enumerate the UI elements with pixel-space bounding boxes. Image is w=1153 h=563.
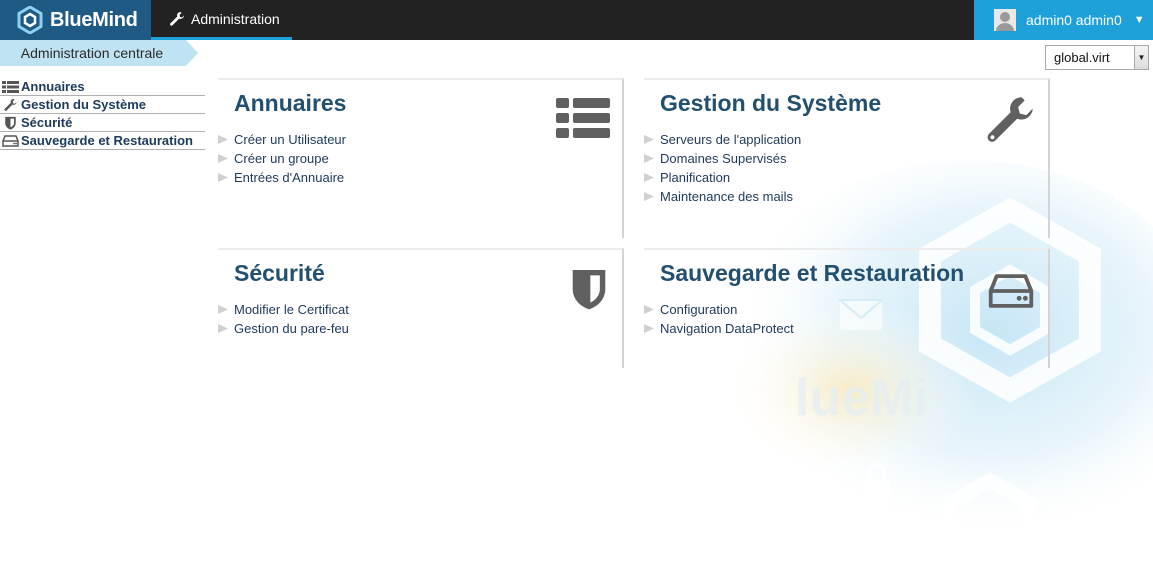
bullet-arrow-icon xyxy=(218,154,228,163)
bullet-arrow-icon xyxy=(218,173,228,182)
link-label: Maintenance des mails xyxy=(660,189,793,204)
bullet-arrow-icon xyxy=(218,305,228,314)
shield-icon xyxy=(5,116,16,130)
link-label: Serveurs de l'application xyxy=(660,132,802,147)
panel-links: Modifier le Certificat Gestion du pare-f… xyxy=(218,300,349,338)
sidebar-item-label: Sauvegarde et Restauration xyxy=(21,133,193,148)
link-gestion-pare-feu[interactable]: Gestion du pare-feu xyxy=(218,319,349,338)
domain-select-value: global.virt xyxy=(1054,50,1110,65)
sidebar-item-gestion-systeme[interactable]: Gestion du Système xyxy=(0,96,205,114)
sidebar-item-label: Gestion du Système xyxy=(21,97,146,112)
sidebar-item-annuaires[interactable]: Annuaires xyxy=(0,78,205,96)
user-name: admin0 admin0 xyxy=(1026,12,1122,28)
panel-title[interactable]: Gestion du Système xyxy=(660,90,881,117)
sidebar-item-securite[interactable]: Sécurité xyxy=(0,114,205,132)
link-modifier-certificat[interactable]: Modifier le Certificat xyxy=(218,300,349,319)
panel-title[interactable]: Annuaires xyxy=(234,90,346,117)
dropdown-arrow-icon: ▼ xyxy=(1134,46,1148,69)
avatar xyxy=(994,9,1016,31)
panel-annuaires: Annuaires Créer un Utilisateur Créer un … xyxy=(218,78,624,238)
panel-title[interactable]: Sauvegarde et Restauration xyxy=(660,260,964,287)
link-label: Modifier le Certificat xyxy=(234,302,349,317)
sidebar-item-label: Annuaires xyxy=(21,79,85,94)
link-label: Entrées d'Annuaire xyxy=(234,170,345,185)
svg-text:lueMi: lueMi xyxy=(795,369,928,427)
wrench-icon xyxy=(170,11,184,26)
chevron-down-icon: ▼ xyxy=(1133,14,1145,26)
list-icon xyxy=(2,80,19,93)
link-label: Configuration xyxy=(660,302,738,317)
domain-select[interactable]: global.virt ▼ xyxy=(1045,45,1149,70)
panel-links: Configuration Navigation DataProtect xyxy=(644,300,794,338)
top-bar: BlueMind Administration admin0 admin0 ▼ xyxy=(0,0,1153,40)
link-creer-groupe[interactable]: Créer un groupe xyxy=(218,149,346,168)
hard-drive-icon xyxy=(988,274,1034,308)
link-configuration[interactable]: Configuration xyxy=(644,300,794,319)
shield-icon xyxy=(572,270,606,310)
panel-links: Créer un Utilisateur Créer un groupe Ent… xyxy=(218,130,346,187)
bullet-arrow-icon xyxy=(644,305,654,314)
brand-name: BlueMind xyxy=(50,8,138,31)
panel-securite: Sécurité Modifier le Certificat Gestion … xyxy=(218,248,624,368)
wrench-icon xyxy=(4,98,17,111)
bullet-arrow-icon xyxy=(218,324,228,333)
user-menu[interactable]: admin0 admin0 ▼ xyxy=(974,0,1153,40)
link-label: Créer un groupe xyxy=(234,151,329,166)
link-label: Créer un Utilisateur xyxy=(234,132,346,147)
tab-administration-label: Administration xyxy=(191,10,280,27)
bullet-arrow-icon xyxy=(644,154,654,163)
bullet-arrow-icon xyxy=(218,135,228,144)
brand-logo[interactable]: BlueMind xyxy=(0,0,151,40)
link-entrees-annuaire[interactable]: Entrées d'Annuaire xyxy=(218,168,346,187)
sidebar-item-sauvegarde[interactable]: Sauvegarde et Restauration xyxy=(0,132,205,150)
link-label: Gestion du pare-feu xyxy=(234,321,349,336)
link-maintenance-mails[interactable]: Maintenance des mails xyxy=(644,187,801,206)
bullet-arrow-icon xyxy=(644,173,654,182)
bullet-arrow-icon xyxy=(644,135,654,144)
link-serveurs-application[interactable]: Serveurs de l'application xyxy=(644,130,801,149)
link-label: Navigation DataProtect xyxy=(660,321,794,336)
panel-title[interactable]: Sécurité xyxy=(234,260,325,287)
link-domaines-supervises[interactable]: Domaines Supervisés xyxy=(644,149,801,168)
panel-links: Serveurs de l'application Domaines Super… xyxy=(644,130,801,206)
bullet-arrow-icon xyxy=(644,192,654,201)
link-label: Domaines Supervisés xyxy=(660,151,787,166)
panel-sauvegarde: Sauvegarde et Restauration Configuration… xyxy=(644,248,1050,368)
wrench-icon xyxy=(987,97,1033,142)
sidebar: Annuaires Gestion du Système Sécurité Sa… xyxy=(0,78,205,150)
panel-gestion-systeme: Gestion du Système Serveurs de l'applica… xyxy=(644,78,1050,238)
user-icon xyxy=(996,12,1014,31)
hard-drive-icon xyxy=(2,134,19,147)
breadcrumb-label: Administration centrale xyxy=(20,45,164,61)
bullet-arrow-icon xyxy=(644,324,654,333)
link-navigation-dataprotect[interactable]: Navigation DataProtect xyxy=(644,319,794,338)
breadcrumb[interactable]: Administration centrale xyxy=(0,40,198,66)
link-label: Planification xyxy=(660,170,731,185)
bluemind-logo-icon xyxy=(17,6,43,34)
link-creer-utilisateur[interactable]: Créer un Utilisateur xyxy=(218,130,346,149)
tab-administration[interactable]: Administration xyxy=(151,0,292,40)
link-planification[interactable]: Planification xyxy=(644,168,801,187)
list-icon xyxy=(556,98,610,138)
sidebar-item-label: Sécurité xyxy=(21,115,73,130)
